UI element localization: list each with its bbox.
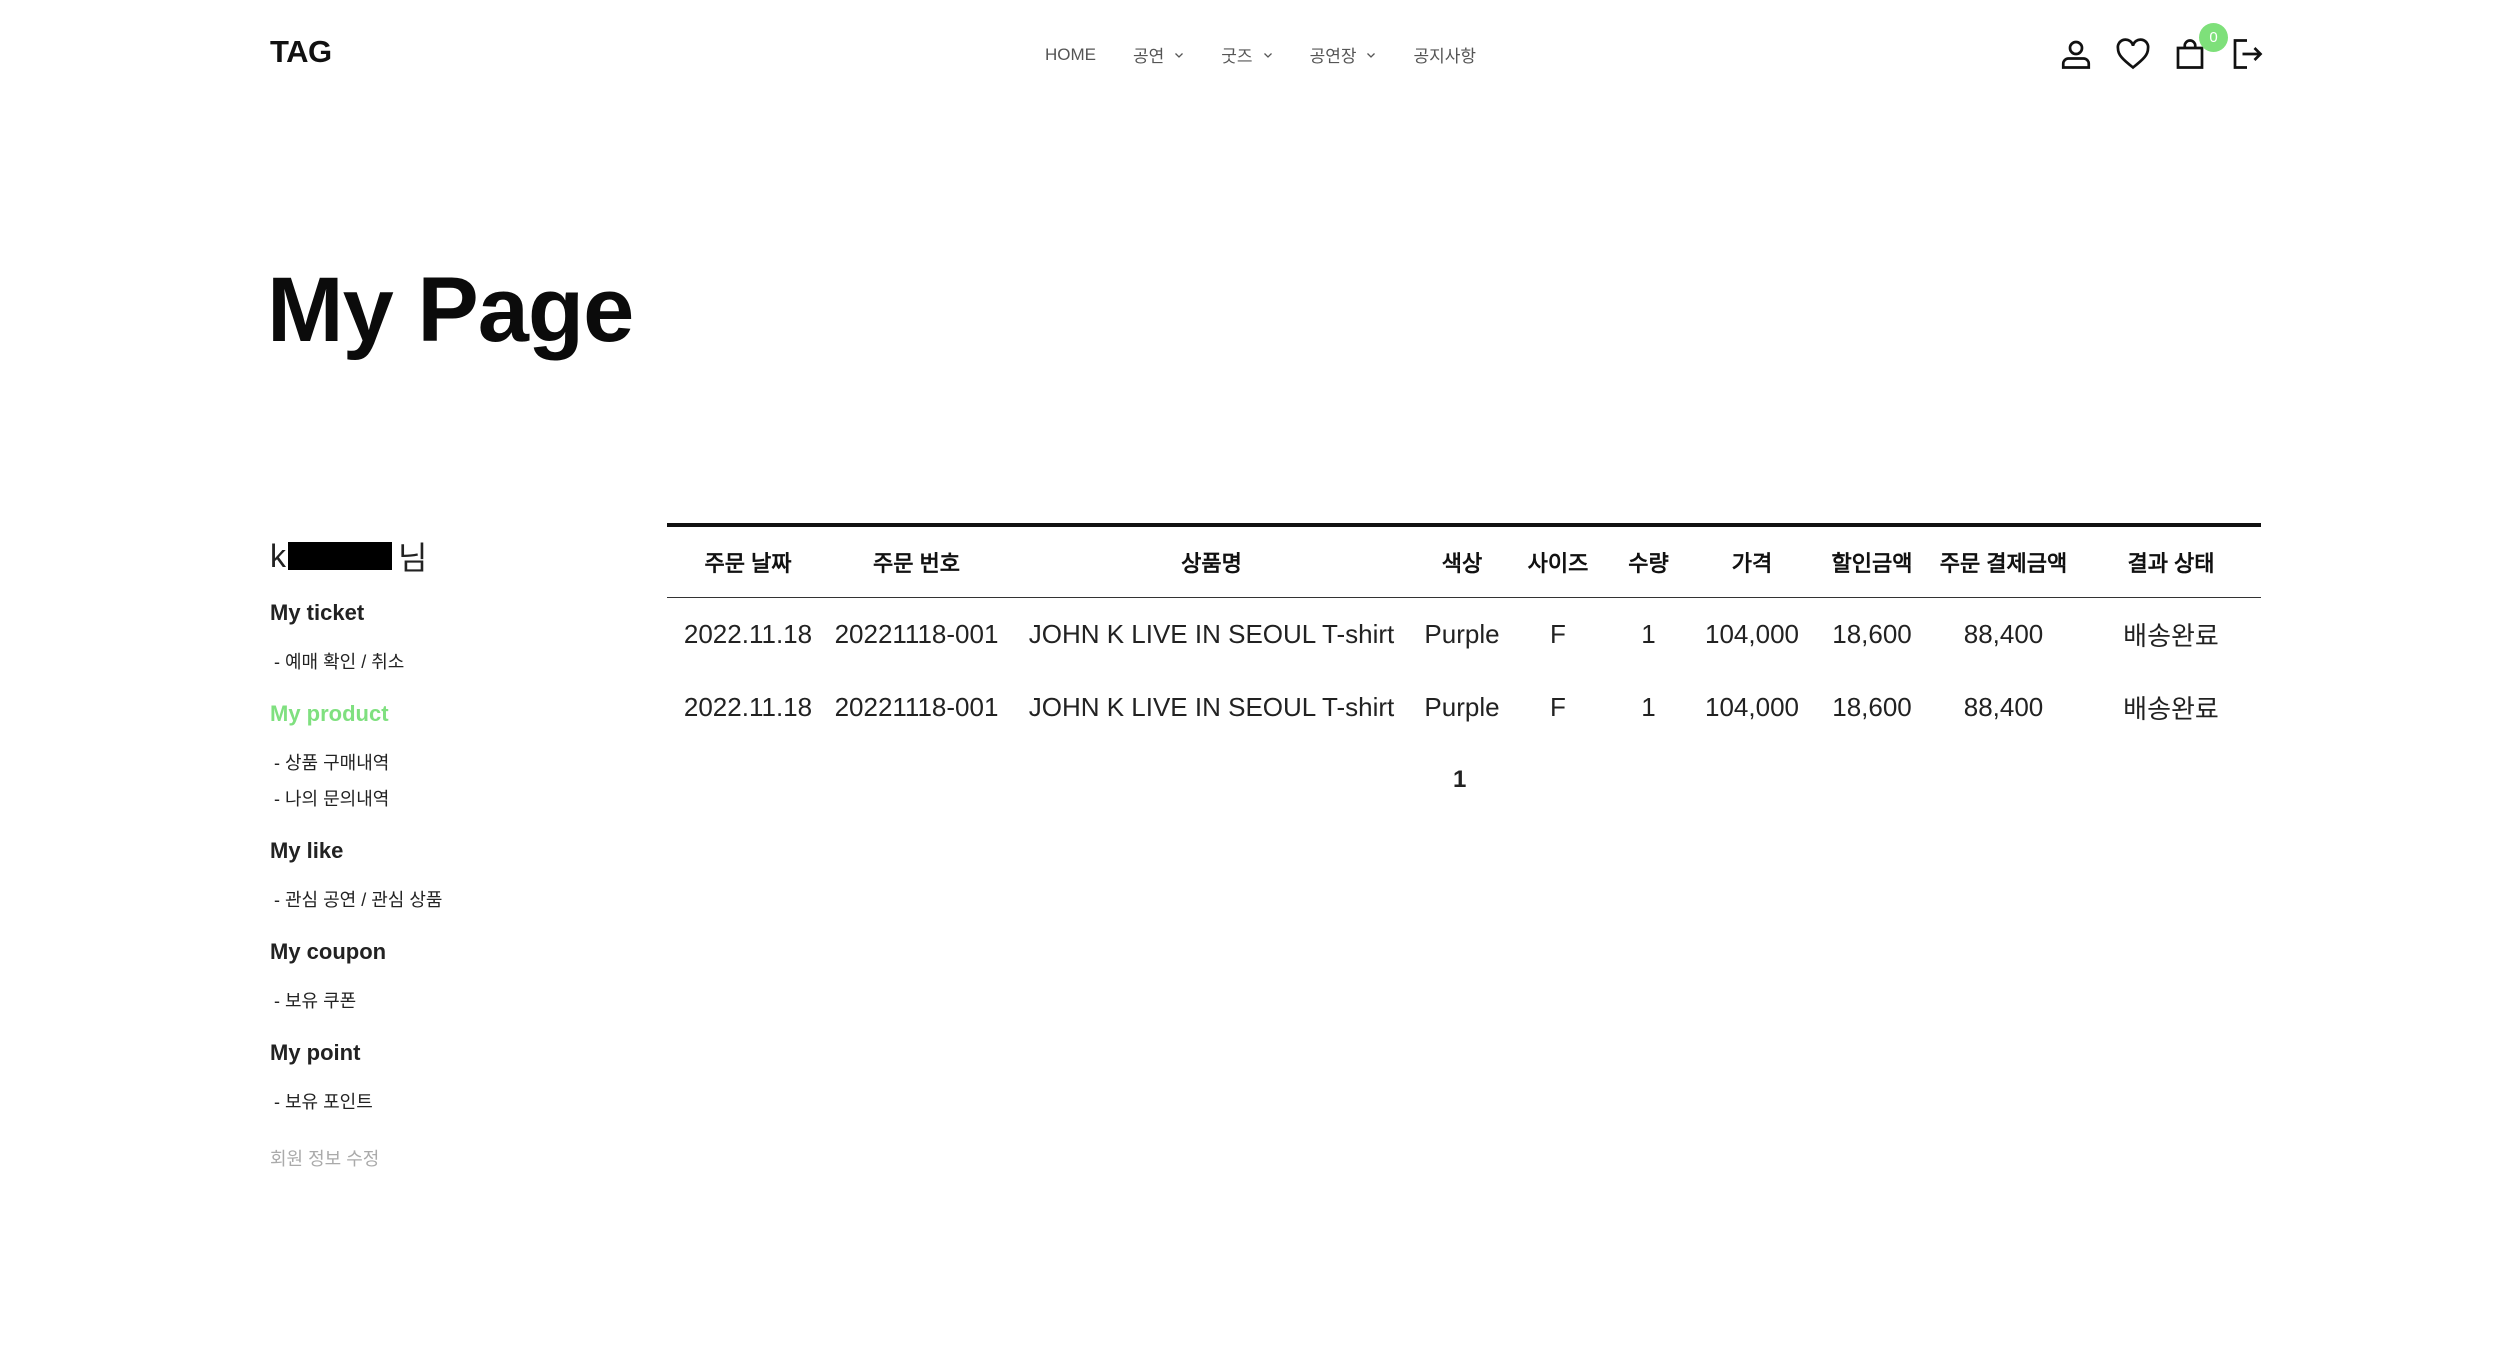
cart-icon[interactable]: 0 [2172,23,2228,72]
order-table: 주문 날짜 주문 번호 상품명 색상 사이즈 수량 가격 할인금액 주문 결제금액 결과 상태 2… [667,523,2261,744]
table-cell: 1 [1641,619,1656,649]
sidebar-sections: My ticket - 예매 확인 / 취소 My product - 상품 구매내역… [270,600,600,1114]
table-cell: Purple [1424,692,1500,722]
user-honorific: 님 [398,540,428,576]
sidebar-section-title-1[interactable]: My product [270,701,600,727]
sidebar-link-0-0[interactable]: - 예매 확인 / 취소 [274,648,600,674]
table-cell: 1 [1641,692,1656,722]
nav-item-3[interactable]: 공연장 [1310,42,1377,67]
nav-item-0[interactable]: HOME [1045,45,1096,65]
table-cell: 20221118-001 [834,619,999,649]
table-cell: 배송완료 [2123,694,2219,724]
nav-item-label: 굿즈 [1221,47,1253,66]
table-cell: F [1550,692,1566,722]
site-logo[interactable]: TAG [270,34,332,70]
nav-item-label: 공연 [1133,47,1165,66]
table-header-row: 주문 날짜 주문 번호 상품명 색상 사이즈 수량 가격 할인금액 주문 결제금액 결과 상태 [667,525,2261,598]
sidebar-section-title-0[interactable]: My ticket [270,600,600,626]
table-cell: 2022.11.18 [683,619,813,649]
logout-icon[interactable] [2229,36,2265,72]
column-header: 주문 번호 [872,551,961,576]
sidebar-section-title-3[interactable]: My coupon [270,939,600,965]
table-cell: JOHN K LIVE IN SEOUL T-shirt [1028,692,1395,722]
column-header: 상품명 [1181,551,1242,576]
table-cell: 20221118-001 [834,692,999,722]
table-cell: F [1550,619,1566,649]
nav-item-1[interactable]: 공연 [1133,42,1184,67]
edit-profile-link[interactable]: 회원 정보 수정 [270,1145,600,1171]
sidebar-section-title-2[interactable]: My like [270,838,600,864]
sidebar-link-4-0[interactable]: - 보유 포인트 [274,1088,600,1114]
column-header: 색상 [1441,551,1483,576]
table-cell: 18,600 [1832,619,1912,649]
column-header: 수량 [1628,551,1669,576]
table-cell: JOHN K LIVE IN SEOUL T-shirt [1028,619,1395,649]
site-header: TAG HOME 공연 굿즈 공연장 공지사항 0 [0,0,2512,110]
chevron-down-icon [1367,52,1376,58]
column-header: 할인금액 [1831,551,1913,576]
table-cell: 104,000 [1705,692,1799,722]
table-cell: 18,600 [1832,692,1912,722]
redacted-user-name [288,542,392,570]
header-icons: 0 [2058,23,2286,72]
nav-item-label: HOME [1045,44,1096,64]
order-history: 주문 날짜 주문 번호 상품명 색상 사이즈 수량 가격 할인금액 주문 결제금액 결과 상태 2… [667,523,2261,744]
user-name-prefix: k [270,537,286,574]
column-header: 주문 날짜 [704,551,792,576]
table-cell: 2022.11.18 [683,692,813,722]
table-cell: 88,400 [1963,692,2044,722]
table-row[interactable]: 2022.11.18 20221118-001 JOHN K LIVE IN SEO… [667,598,2261,672]
sidebar-link-1-1[interactable]: - 나의 문의내역 [274,785,600,811]
main-nav: HOME 공연 굿즈 공연장 공지사항 [1045,42,1513,67]
pagination-page-1[interactable]: 1 [1453,766,1466,794]
sidebar-link-3-0[interactable]: - 보유 쿠폰 [274,987,600,1013]
mypage-sidebar: k 님 My ticket - 예매 확인 / 취소 My product - 상품 … [270,530,600,1171]
user-icon[interactable] [2058,36,2094,72]
nav-item-label: 공지사항 [1413,47,1477,66]
nav-item-2[interactable]: 굿즈 [1221,42,1272,67]
table-cell: Purple [1424,619,1500,649]
column-header: 가격 [1731,551,1773,576]
page-title: My Page [267,259,634,361]
chevron-down-icon [1263,52,1272,58]
cart-count-badge: 0 [2199,23,2228,52]
nav-item-label: 공연장 [1309,47,1357,66]
table-cell: 배송완료 [2123,621,2219,651]
sidebar-link-1-0[interactable]: - 상품 구매내역 [274,749,600,775]
nav-item-4[interactable]: 공지사항 [1413,42,1476,67]
table-cell: 104,000 [1705,619,1799,649]
heart-icon[interactable] [2115,36,2151,72]
sidebar-section-title-4[interactable]: My point [270,1040,600,1066]
chevron-down-icon [1175,52,1184,58]
table-row[interactable]: 2022.11.18 20221118-001 JOHN K LIVE IN SEO… [667,671,2261,744]
table-body: 2022.11.18 20221118-001 JOHN K LIVE IN SEO… [667,598,2261,745]
table-cell: 88,400 [1963,619,2044,649]
column-header: 결과 상태 [2127,551,2215,576]
sidebar-link-2-0[interactable]: - 관심 공연 / 관심 상품 [274,886,600,912]
column-header: 주문 결제금액 [1939,551,2068,576]
column-header: 사이즈 [1527,551,1589,576]
user-greeting: k 님 [270,530,600,582]
